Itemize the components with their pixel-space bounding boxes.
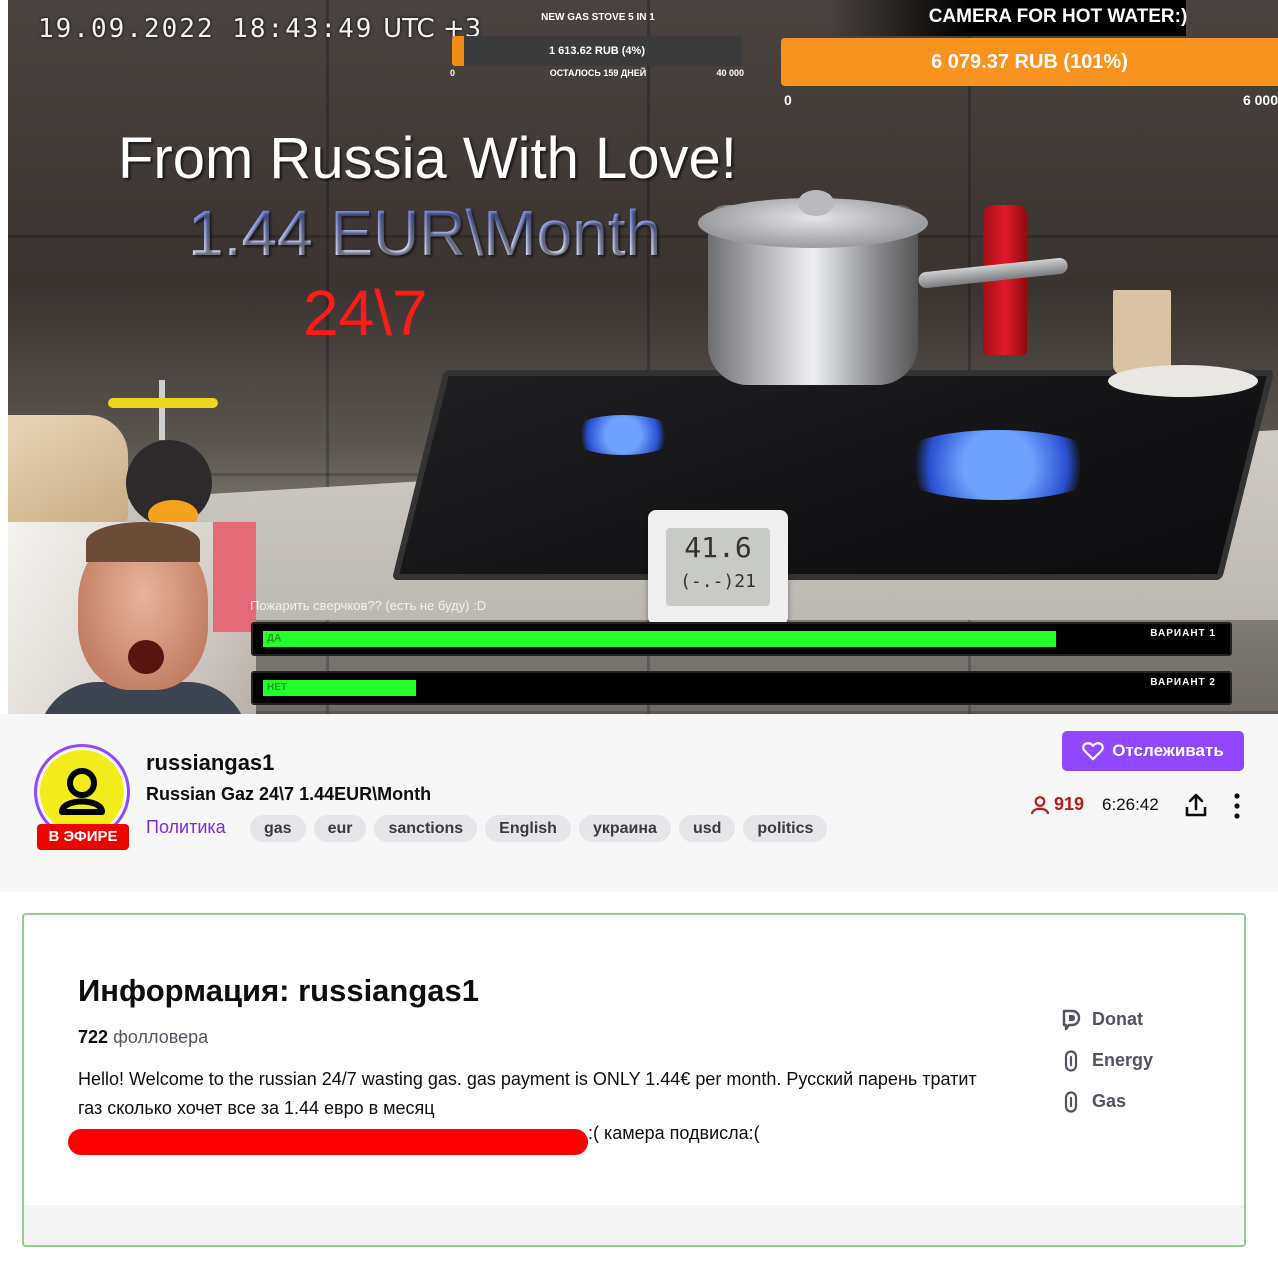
streamer-hair xyxy=(86,522,200,562)
goal-progress-bar: 1 613.62 RUB (4%) xyxy=(452,36,742,66)
coffee-cup xyxy=(1113,290,1171,375)
about-panel: Информация: russiangas1 722 фолловера He… xyxy=(22,913,1246,1247)
duck-propeller xyxy=(108,398,218,408)
tag-chip[interactable]: украина xyxy=(578,815,671,842)
link-gas[interactable]: Gas xyxy=(1060,1081,1153,1122)
link-icon xyxy=(1064,1090,1078,1113)
link-label: Donat xyxy=(1092,1009,1143,1029)
channel-name[interactable]: russiangas1 xyxy=(146,750,274,776)
poll-option-label: НЕТ xyxy=(267,682,287,693)
about-panel-footer xyxy=(24,1205,1244,1245)
live-badge: В ЭФИРЕ xyxy=(37,824,129,850)
overlay-price: 1.44 EUR\Month xyxy=(188,197,662,269)
goal-value: 1 613.62 RUB (4%) xyxy=(549,45,645,57)
tag-chip[interactable]: gas xyxy=(250,815,306,842)
follower-count: 722 фолловера xyxy=(78,1027,208,1048)
tag-chip[interactable]: English xyxy=(485,815,571,842)
poll-option-bar: НЕТ ВАРИАНТ 2 xyxy=(251,671,1232,705)
timestamp: 19.09.2022 18:43:49 xyxy=(38,14,374,44)
channel-description: Hello! Welcome to the russian 24/7 wasti… xyxy=(78,1069,977,1118)
pot-knob xyxy=(798,190,834,216)
thermometer-humidity: (-.-)21 xyxy=(680,571,756,592)
follow-button-label: Отслеживать xyxy=(1112,741,1224,760)
thermometer-screen: 41.6 (-.-)21 xyxy=(666,528,770,606)
poll-option-bar: ДА ВАРИАНТ 1 xyxy=(251,622,1232,656)
overlay-schedule: 24\7 xyxy=(303,277,428,349)
category-link[interactable]: Политика xyxy=(146,817,226,838)
video-player[interactable]: 41.6 (-.-)21 19.09.2022 18:43:49 UTC +3 … xyxy=(8,0,1278,714)
thermometer: 41.6 (-.-)21 xyxy=(648,510,788,625)
goal-big-value: 6 079.37 RUB (101%) xyxy=(931,51,1128,73)
timestamp-overlay: 19.09.2022 18:43:49 UTC +3 xyxy=(38,14,481,44)
tag-chip[interactable]: eur xyxy=(313,815,367,842)
link-label: Energy xyxy=(1092,1050,1154,1070)
bread-bag xyxy=(8,415,128,525)
link-label: Gas xyxy=(1092,1091,1127,1111)
link-energy[interactable]: Energy xyxy=(1060,1040,1153,1081)
avatar xyxy=(40,750,124,834)
overlay-headline: From Russia With Love! xyxy=(118,126,737,191)
user-icon xyxy=(59,768,105,815)
burner-flame xyxy=(568,415,678,455)
goal-big-progress-bar: 6 079.37 RUB (101%) xyxy=(781,38,1278,86)
about-title: Информация: russiangas1 xyxy=(78,973,480,1008)
goal-title: NEW GAS STOVE 5 IN 1 xyxy=(541,12,655,23)
follow-button[interactable]: Отслеживать xyxy=(1062,731,1244,771)
link-donat[interactable]: Donat xyxy=(1060,999,1153,1040)
share-icon[interactable] xyxy=(1184,792,1208,818)
viewer-count-value: 919 xyxy=(1054,794,1085,814)
follower-count-label: фолловера xyxy=(113,1027,209,1047)
goal-big-min: 0 xyxy=(784,92,792,108)
plate xyxy=(1108,365,1258,397)
tag-chip[interactable]: politics xyxy=(743,815,828,842)
follower-count-value: 722 xyxy=(78,1027,109,1047)
tag-chip[interactable]: sanctions xyxy=(374,815,478,842)
goal-big-max: 6 000 xyxy=(1242,92,1278,108)
more-options-icon[interactable] xyxy=(1230,792,1244,820)
heart-icon xyxy=(1082,742,1105,761)
stream-title: Russian Gaz 24\7 1.44EUR\Month xyxy=(146,784,432,804)
duck-propeller-pole xyxy=(159,380,165,440)
link-icon xyxy=(1064,1049,1078,1072)
goal-remaining: ОСТАЛОСЬ 159 ДНЕЙ xyxy=(549,68,647,78)
social-links: Donat Energy Gas xyxy=(1060,999,1153,1122)
goal-max: 40 000 xyxy=(716,68,744,78)
poll-option-fill xyxy=(263,631,1056,647)
goal-widget-small: NEW GAS STOVE 5 IN 1 1 613.62 RUB (4%) 0… xyxy=(448,8,748,78)
goal-big-title: CAMERA FOR HOT WATER:) xyxy=(928,6,1188,27)
streamer-webcam xyxy=(8,522,256,714)
gas-stove xyxy=(391,370,1275,580)
tag-list: gas eur sanctions English украина usd politics xyxy=(250,815,828,842)
poll-question: Пожарить сверчков?? (есть не буду) :D xyxy=(250,598,487,613)
thermometer-temp: 41.6 xyxy=(684,531,752,564)
burner-flame xyxy=(888,430,1108,500)
camera-note: :( камера подвисла:( xyxy=(588,1123,760,1143)
stream-uptime: 6:26:42 xyxy=(1102,795,1159,814)
poll-option-name: ВАРИАНТ 1 xyxy=(1150,628,1216,639)
poll-option-name: ВАРИАНТ 2 xyxy=(1150,677,1216,688)
donationalerts-icon xyxy=(1062,1009,1081,1030)
streamer-mouth xyxy=(128,640,164,674)
webcam-background-object xyxy=(213,522,256,632)
redaction-mark xyxy=(68,1129,588,1155)
poll-option-label: ДА xyxy=(267,633,282,644)
viewer-icon xyxy=(1030,795,1050,814)
viewer-count: 919 xyxy=(1030,794,1084,815)
tag-chip[interactable]: usd xyxy=(678,815,736,842)
